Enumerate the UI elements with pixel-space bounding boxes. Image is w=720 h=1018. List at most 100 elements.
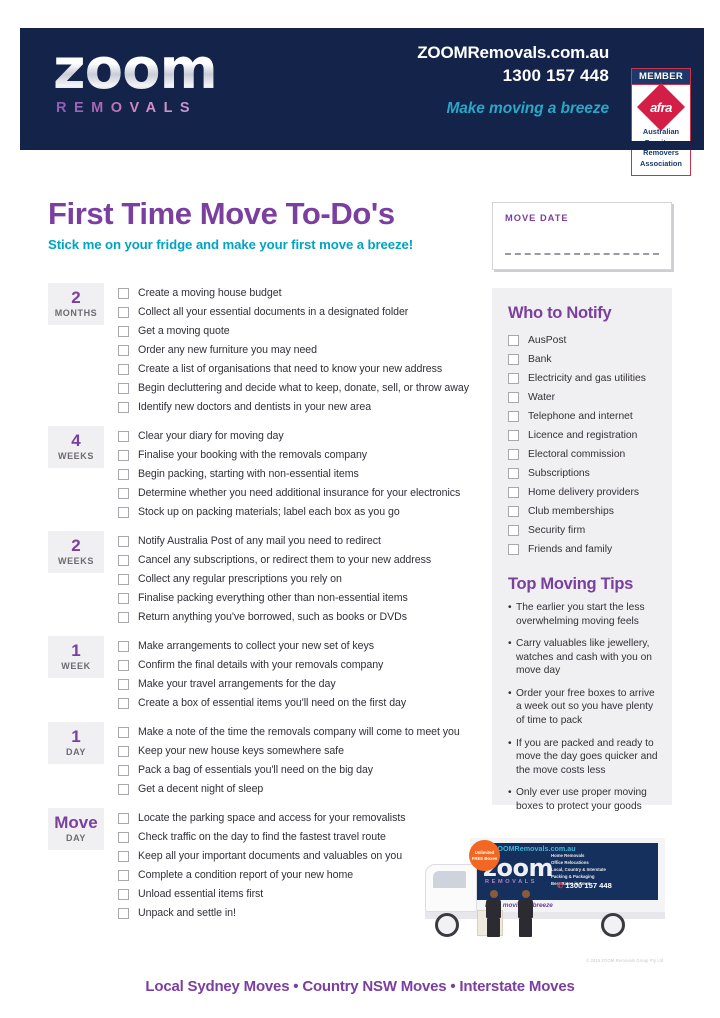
checkbox-icon[interactable] — [508, 487, 519, 498]
checkbox-icon[interactable] — [118, 507, 129, 518]
checklist-item[interactable]: Collect all your essential documents in … — [118, 303, 478, 322]
checklist-item[interactable]: Begin decluttering and decide what to ke… — [118, 379, 478, 398]
notify-item[interactable]: Electricity and gas utilities — [508, 369, 658, 388]
checkbox-icon[interactable] — [508, 373, 519, 384]
checklist-item[interactable]: Get a decent night of sleep — [118, 780, 478, 799]
checklist-item[interactable]: Stock up on packing materials; label eac… — [118, 503, 478, 522]
checkbox-icon[interactable] — [118, 364, 129, 375]
checkbox-icon[interactable] — [508, 354, 519, 365]
checklist-item-label: Finalise your booking with the removals … — [138, 448, 368, 461]
notify-item-label: AusPost — [528, 335, 567, 346]
title-block: First Time Move To-Do's Stick me on your… — [48, 197, 413, 251]
notify-item[interactable]: AusPost — [508, 331, 658, 350]
checkbox-icon[interactable] — [118, 345, 129, 356]
notify-item[interactable]: Telephone and internet — [508, 407, 658, 426]
checkbox-icon[interactable] — [508, 449, 519, 460]
notify-item[interactable]: Subscriptions — [508, 464, 658, 483]
checkbox-icon[interactable] — [118, 431, 129, 442]
checkbox-icon[interactable] — [508, 392, 519, 403]
checklist-poster: zoom REMOVALS ZOOMRemovals.com.au 1300 1… — [0, 0, 720, 1018]
notify-item[interactable]: Electoral commission — [508, 445, 658, 464]
checkbox-icon[interactable] — [118, 851, 129, 862]
checklist-item[interactable]: Create a list of organisations that need… — [118, 360, 478, 379]
checkbox-icon[interactable] — [508, 468, 519, 479]
notify-item[interactable]: Home delivery providers — [508, 483, 658, 502]
checkbox-icon[interactable] — [118, 832, 129, 843]
checkbox-icon[interactable] — [118, 326, 129, 337]
checkbox-icon[interactable] — [118, 488, 129, 499]
checklist-item[interactable]: Order any new furniture you may need — [118, 341, 478, 360]
checkbox-icon[interactable] — [508, 544, 519, 555]
checkbox-icon[interactable] — [118, 574, 129, 585]
checkbox-icon[interactable] — [508, 506, 519, 517]
checklist-item[interactable]: Return anything you've borrowed, such as… — [118, 608, 478, 627]
checklist-item[interactable]: Unload essential items first — [118, 885, 478, 904]
checklist-item[interactable]: Keep your new house keys somewhere safe — [118, 742, 478, 761]
checklist-item[interactable]: Pack a bag of essentials you'll need on … — [118, 761, 478, 780]
checklist-item[interactable]: Cancel any subscriptions, or redirect th… — [118, 551, 478, 570]
checklist-item[interactable]: Create a moving house budget — [118, 284, 478, 303]
checklist-item[interactable]: Get a moving quote — [118, 322, 478, 341]
checklist-item[interactable]: Check traffic on the day to find the fas… — [118, 828, 478, 847]
checkbox-icon[interactable] — [118, 660, 129, 671]
checklist-item[interactable]: Identify new doctors and dentists in you… — [118, 398, 478, 417]
checklist-item[interactable]: Finalise packing everything other than n… — [118, 589, 478, 608]
checklist-item[interactable]: Finalise your booking with the removals … — [118, 446, 478, 465]
checkbox-icon[interactable] — [118, 469, 129, 480]
checklist-item-label: Keep your new house keys somewhere safe — [138, 744, 344, 757]
checkbox-icon[interactable] — [118, 727, 129, 738]
checkbox-icon[interactable] — [118, 383, 129, 394]
checklist-item[interactable]: Collect any regular prescriptions you re… — [118, 570, 478, 589]
timeframe-number: Move — [54, 813, 98, 832]
notify-item[interactable]: Licence and registration — [508, 426, 658, 445]
checkbox-icon[interactable] — [118, 450, 129, 461]
notify-item[interactable]: Bank — [508, 350, 658, 369]
checklist-item[interactable]: Determine whether you need additional in… — [118, 484, 478, 503]
checkbox-icon[interactable] — [118, 765, 129, 776]
checkbox-icon[interactable] — [118, 307, 129, 318]
checkbox-icon[interactable] — [118, 679, 129, 690]
checklist-item[interactable]: Make arrangements to collect your new se… — [118, 637, 478, 656]
checkbox-icon[interactable] — [118, 641, 129, 652]
checkbox-icon[interactable] — [118, 813, 129, 824]
checklist-item[interactable]: Make your travel arrangements for the da… — [118, 675, 478, 694]
checklist-item[interactable]: Locate the parking space and access for … — [118, 809, 478, 828]
checkbox-icon[interactable] — [118, 784, 129, 795]
notify-item[interactable]: Security firm — [508, 521, 658, 540]
checklist-item[interactable]: Keep all your important documents and va… — [118, 847, 478, 866]
checkbox-icon[interactable] — [118, 555, 129, 566]
checkbox-icon[interactable] — [118, 536, 129, 547]
checklist-item[interactable]: Confirm the final details with your remo… — [118, 656, 478, 675]
checkbox-icon[interactable] — [118, 746, 129, 757]
header-phone[interactable]: 1300 157 448 — [417, 66, 609, 86]
checklist-item[interactable]: Notify Australia Post of any mail you ne… — [118, 532, 478, 551]
checkbox-icon[interactable] — [118, 402, 129, 413]
checkbox-icon[interactable] — [508, 411, 519, 422]
checklist-item[interactable]: Create a box of essential items you'll n… — [118, 694, 478, 713]
checklist-item[interactable]: Begin packing, starting with non-essenti… — [118, 465, 478, 484]
checkbox-icon[interactable] — [118, 612, 129, 623]
checkbox-icon[interactable] — [118, 593, 129, 604]
checkbox-icon[interactable] — [508, 430, 519, 441]
checklist-item-label: Identify new doctors and dentists in you… — [138, 400, 372, 413]
notify-item[interactable]: Water — [508, 388, 658, 407]
header-website[interactable]: ZOOMRemovals.com.au — [417, 43, 609, 63]
notify-item[interactable]: Friends and family — [508, 540, 658, 559]
checkbox-icon[interactable] — [118, 908, 129, 919]
checklist-item-label: Collect all your essential documents in … — [138, 305, 409, 318]
move-date-write-line[interactable] — [505, 253, 659, 255]
checkbox-icon[interactable] — [118, 288, 129, 299]
checklist-item[interactable]: Unpack and settle in! — [118, 904, 478, 923]
checkbox-icon[interactable] — [118, 870, 129, 881]
checklist-item[interactable]: Complete a condition report of your new … — [118, 866, 478, 885]
checkbox-icon[interactable] — [508, 525, 519, 536]
checkbox-icon[interactable] — [118, 698, 129, 709]
checklist-item[interactable]: Clear your diary for moving day — [118, 427, 478, 446]
bullet-icon: • — [508, 638, 512, 650]
header-bottom-rule — [20, 141, 704, 150]
move-date-box[interactable]: MOVE DATE — [492, 202, 672, 270]
checkbox-icon[interactable] — [508, 335, 519, 346]
checkbox-icon[interactable] — [118, 889, 129, 900]
checklist-item[interactable]: Make a note of the time the removals com… — [118, 723, 478, 742]
notify-item[interactable]: Club memberships — [508, 502, 658, 521]
